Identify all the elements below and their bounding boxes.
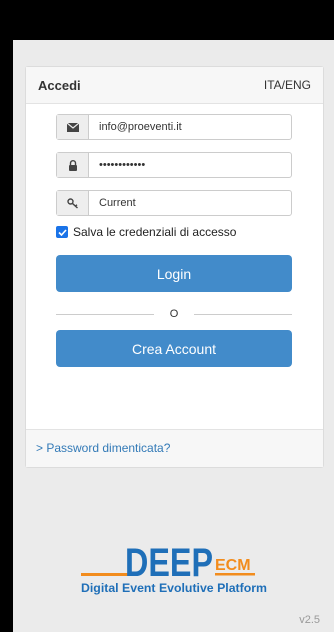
- remember-credentials[interactable]: Salva le credenziali di accesso: [56, 225, 236, 239]
- login-button[interactable]: Login: [56, 255, 292, 292]
- remember-checkbox[interactable]: [56, 226, 68, 238]
- separator-text: O: [169, 308, 179, 320]
- email-input[interactable]: [89, 115, 291, 139]
- login-card-header: Accedi ITA/ENG: [26, 67, 323, 104]
- separator-line-left: [56, 313, 154, 315]
- password-field[interactable]: [56, 152, 292, 178]
- logo-suffix-text: ECM: [215, 557, 251, 574]
- language-toggle[interactable]: ITA/ENG: [264, 78, 311, 92]
- forgot-password-link[interactable]: > Password dimenticata?: [36, 441, 170, 455]
- context-field[interactable]: [56, 190, 292, 216]
- login-title: Accedi: [38, 77, 81, 93]
- app-screen: Accedi ITA/ENG Salva le credenz: [13, 40, 334, 632]
- logo-main-text: DEEP: [125, 541, 213, 585]
- separator-line-right: [194, 313, 292, 315]
- login-card: Accedi ITA/ENG Salva le credenz: [25, 66, 324, 468]
- forgot-password-bar: > Password dimenticata?: [26, 429, 323, 467]
- or-separator: O: [56, 307, 292, 321]
- logo-tagline: Digital Event Evolutive Platform: [81, 583, 267, 595]
- password-input[interactable]: [89, 153, 291, 177]
- email-field[interactable]: [56, 114, 292, 140]
- remember-label: Salva le credenziali di accesso: [73, 225, 237, 239]
- version-label: v2.5: [299, 614, 320, 626]
- create-account-button[interactable]: Crea Account: [56, 330, 292, 367]
- context-input[interactable]: [89, 191, 291, 215]
- key-icon: [57, 191, 89, 215]
- checkbox-check-icon: [57, 228, 67, 236]
- envelope-icon: [57, 115, 89, 139]
- deep-ecm-logo: DEEP ECM Digital Event Evolutive Platfor…: [81, 541, 267, 595]
- lock-icon: [57, 153, 89, 177]
